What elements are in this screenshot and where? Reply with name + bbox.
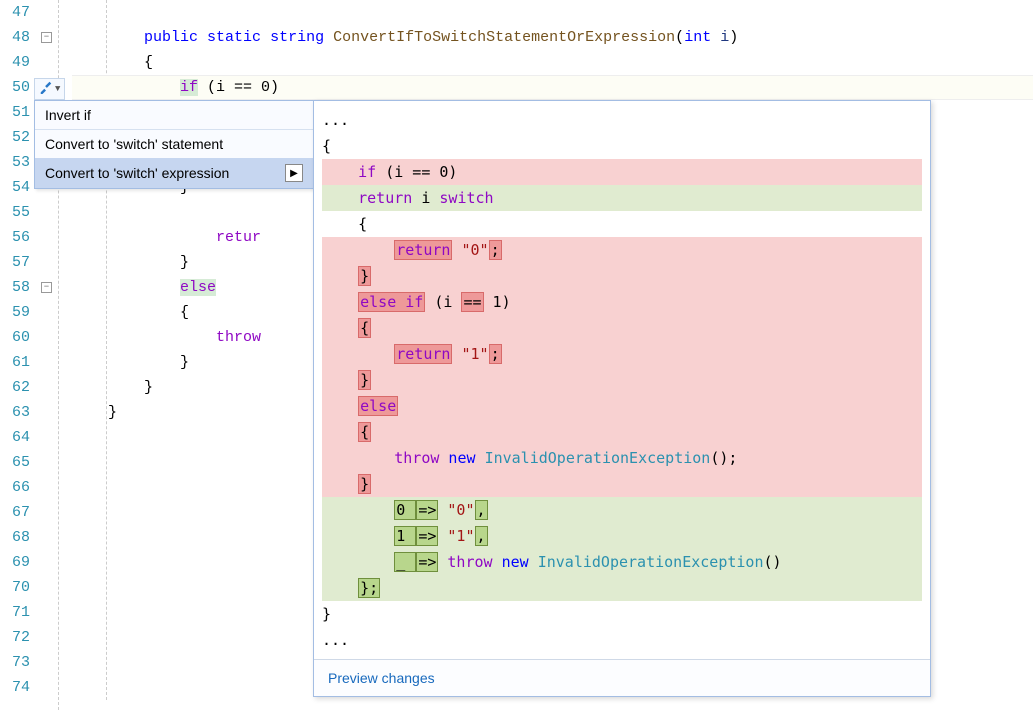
line-number: 68 [0, 525, 30, 550]
line-number: 74 [0, 675, 30, 700]
diff-added-line: 1 => "1", [322, 523, 922, 549]
line-number: 59 [0, 300, 30, 325]
line-number: 70 [0, 575, 30, 600]
line-number: 47 [0, 0, 30, 25]
quick-action-button[interactable]: ▼ [34, 78, 65, 100]
menu-item-label: Invert if [45, 107, 91, 123]
diff-removed-line: if (i == 0) [322, 159, 922, 185]
line-number: 56 [0, 225, 30, 250]
diff-preview-panel: ... { if (i == 0) return i switch { retu… [313, 100, 931, 697]
menu-item-label: Convert to 'switch' statement [45, 136, 223, 152]
diff-added-line: }; [322, 575, 922, 601]
line-number: 53 [0, 150, 30, 175]
diff-removed-line: } [322, 263, 922, 289]
line-number: 49 [0, 50, 30, 75]
diff-removed-line: return "0"; [322, 237, 922, 263]
line-number: 54 [0, 175, 30, 200]
line-number: 73 [0, 650, 30, 675]
line-number: 66 [0, 475, 30, 500]
menu-item-convert-switch-expression[interactable]: Convert to 'switch' expression ▶ [35, 158, 313, 188]
diff-removed-line: { [322, 315, 922, 341]
line-number: 60 [0, 325, 30, 350]
diff-removed-line: else if (i == 1) [322, 289, 922, 315]
line-number: 55 [0, 200, 30, 225]
diff-added-line: 0 => "0", [322, 497, 922, 523]
line-number: 69 [0, 550, 30, 575]
ellipsis: ... [322, 627, 922, 653]
line-numbers: 4748495051525354555657585960616263646566… [0, 0, 38, 710]
brace-open: { [72, 50, 1033, 75]
quick-actions-menu: Invert if Convert to 'switch' statement Co… [34, 100, 314, 189]
line-number: 67 [0, 500, 30, 525]
menu-item-invert-if[interactable]: Invert if [35, 101, 313, 130]
code-line-if: if (i == 0) [72, 75, 1033, 100]
chevron-right-icon[interactable]: ▶ [285, 164, 303, 182]
line-number: 72 [0, 625, 30, 650]
diff-removed-line: } [322, 471, 922, 497]
line-number: 52 [0, 125, 30, 150]
diff-added-line: return i switch [322, 185, 922, 211]
screwdriver-icon [39, 80, 53, 99]
line-number: 64 [0, 425, 30, 450]
diff-removed-line: return "1"; [322, 341, 922, 367]
line-number: 50 [0, 75, 30, 100]
diff-removed-line: { [322, 419, 922, 445]
menu-item-label: Convert to 'switch' expression [45, 165, 229, 181]
method-signature: public static string ConvertIfToSwitchSt… [72, 25, 1033, 50]
diff-removed-line: throw new InvalidOperationException(); [322, 445, 922, 471]
line-number: 65 [0, 450, 30, 475]
line-number: 61 [0, 350, 30, 375]
line-number: 51 [0, 100, 30, 125]
diff-added-line: _ => throw new InvalidOperationException… [322, 549, 922, 575]
diff-preview-body: ... { if (i == 0) return i switch { retu… [314, 101, 930, 659]
line-number: 57 [0, 250, 30, 275]
chevron-down-icon: ▼ [55, 84, 60, 94]
diff-removed-line: } [322, 367, 922, 393]
line-number: 63 [0, 400, 30, 425]
diff-removed-line: else [322, 393, 922, 419]
line-number: 48 [0, 25, 30, 50]
line-number: 71 [0, 600, 30, 625]
fold-toggle-icon[interactable]: − [41, 32, 52, 43]
menu-item-convert-switch-statement[interactable]: Convert to 'switch' statement [35, 130, 313, 158]
preview-changes-link[interactable]: Preview changes [314, 659, 930, 696]
line-number: 62 [0, 375, 30, 400]
line-number: 58 [0, 275, 30, 300]
ellipsis: ... [322, 107, 922, 133]
fold-toggle-icon[interactable]: − [41, 282, 52, 293]
